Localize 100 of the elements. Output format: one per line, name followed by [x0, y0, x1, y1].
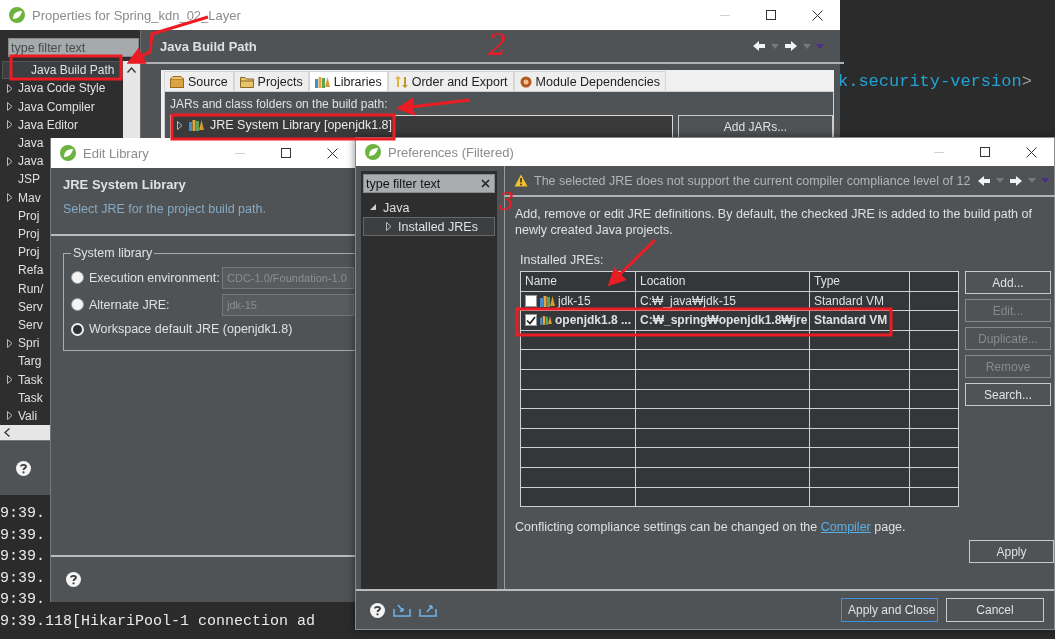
close-icon[interactable] — [326, 147, 338, 159]
nav-item[interactable]: Refa — [2, 261, 47, 280]
dialog-button[interactable]: Apply and Close — [841, 598, 938, 622]
option-label: Workspace default JRE (openjdk1.8) — [89, 322, 293, 336]
library-books-icon — [314, 75, 330, 88]
collapsed-arrow-icon[interactable] — [7, 375, 13, 385]
group-label: System library — [72, 246, 154, 260]
back-arrow-icon[interactable] — [752, 40, 766, 52]
spring-leaf-icon — [365, 144, 381, 160]
nav-item[interactable]: Java — [2, 152, 47, 171]
console-line: 9:39. — [0, 547, 45, 568]
console-line: 9:39. — [0, 568, 45, 589]
module-icon — [519, 75, 532, 88]
nav-item[interactable]: Java Build Path — [2, 61, 123, 80]
collapsed-arrow-icon[interactable] — [7, 83, 13, 93]
nav-item[interactable]: Serv — [2, 315, 46, 335]
maximize-icon[interactable] — [281, 148, 291, 158]
dialog-description: Select JRE for the project build path. — [63, 202, 267, 216]
expanded-arrow-icon[interactable] — [370, 204, 377, 211]
help-icon[interactable] — [370, 602, 385, 618]
jre-name: jdk-15 — [558, 293, 591, 308]
tree-item[interactable]: Installed JREs — [363, 217, 495, 236]
maximize-icon[interactable] — [980, 147, 990, 157]
tab[interactable]: Order and Export — [387, 71, 514, 91]
radio-button[interactable] — [71, 271, 84, 284]
library-books-icon — [540, 314, 552, 327]
clear-icon[interactable] — [481, 179, 490, 188]
jre-action-button[interactable]: Search... — [965, 383, 1051, 406]
table-cell: Standard VM — [809, 310, 910, 331]
check-icon — [526, 316, 536, 325]
forward-arrow-icon[interactable] — [1009, 174, 1023, 187]
dialog-button[interactable]: Cancel — [946, 598, 1044, 622]
close-icon[interactable] — [1025, 146, 1037, 158]
collapsed-arrow-icon[interactable] — [386, 222, 392, 231]
column-header: Name — [520, 271, 636, 292]
collapsed-arrow-icon[interactable] — [7, 338, 13, 348]
checkbox[interactable] — [525, 314, 537, 327]
jre-name: openjdk1.8 ... — [554, 313, 631, 328]
radio-button[interactable] — [71, 298, 84, 311]
collapsed-arrow-icon[interactable] — [7, 411, 13, 421]
compliance-note: Conflicting compliance settings can be changed on the Compiler page. — [515, 520, 907, 535]
spring-leaf-icon — [60, 145, 76, 161]
tab[interactable]: Module Dependencies — [513, 71, 666, 91]
collapsed-arrow-icon[interactable] — [7, 193, 13, 202]
back-arrow-icon[interactable] — [977, 174, 991, 187]
nav-item[interactable]: Proj — [2, 206, 43, 225]
package-icon — [170, 75, 184, 88]
help-icon[interactable] — [66, 572, 81, 587]
option-label: Alternate JRE: — [89, 297, 170, 312]
tab[interactable]: Libraries — [308, 71, 388, 91]
warning-message: The selected JRE does not support the current compiler compliance level of 12 — [534, 173, 971, 188]
nav-item[interactable]: Java Code Style — [2, 79, 109, 98]
nav-item[interactable]: Vali — [2, 406, 41, 426]
console-line: 9:39. — [0, 525, 45, 546]
nav-item[interactable]: Mav — [2, 188, 44, 207]
apply-button[interactable]: Apply — [969, 540, 1054, 564]
nav-item[interactable]: Task — [2, 388, 46, 407]
tab[interactable]: Projects — [233, 71, 309, 91]
collapsed-arrow-icon[interactable] — [7, 102, 13, 111]
nav-item[interactable]: Targ — [2, 352, 45, 371]
jre-action-button[interactable]: Add... — [965, 271, 1051, 294]
collapsed-arrow-icon[interactable] — [7, 120, 13, 130]
collapsed-arrow-icon[interactable] — [7, 156, 13, 166]
nav-item[interactable]: Java Editor — [2, 115, 82, 134]
nav-item[interactable]: Proj — [2, 243, 43, 262]
tree-item[interactable]: Java — [363, 198, 495, 217]
maximize-icon[interactable] — [766, 10, 776, 20]
column-header: Type — [809, 271, 910, 292]
tab[interactable]: Source — [164, 71, 234, 91]
up-down-arrows-icon — [393, 75, 408, 88]
tray-export-icon[interactable] — [419, 603, 437, 617]
tray-import-icon[interactable] — [393, 603, 411, 617]
nav-item[interactable]: Java Compiler — [2, 97, 98, 116]
nav-item[interactable]: JSP — [2, 170, 43, 189]
help-icon[interactable] — [16, 460, 31, 476]
window-title: Preferences (Filtered) — [388, 144, 514, 160]
checkbox[interactable] — [525, 294, 537, 307]
option-label: Execution environment: — [89, 270, 220, 285]
nav-item[interactable]: Serv — [2, 297, 46, 316]
section-label: JARs and class folders on the build path: — [170, 97, 388, 111]
console-line: 9:39. — [0, 590, 45, 611]
add-jars-button[interactable]: Add JARs... — [678, 115, 833, 139]
collapsed-arrow-icon[interactable] — [177, 120, 183, 130]
nav-item[interactable]: Task — [2, 370, 46, 389]
page-title: Java Build Path — [160, 38, 257, 54]
page-description: Add, remove or edit JRE definitions. By default, the checked JRE is added to the build path of newly created Java projects. — [515, 206, 1033, 238]
window-title: Edit Library — [83, 145, 149, 161]
library-books-icon — [189, 119, 204, 131]
close-icon[interactable] — [811, 9, 823, 21]
nav-item[interactable]: Proj — [2, 224, 43, 244]
console-line: 9:39.118[HikariPool-1 connection ad — [0, 611, 316, 632]
nav-item[interactable]: Spri — [2, 334, 43, 353]
warning-icon — [514, 174, 528, 187]
forward-arrow-icon[interactable] — [784, 40, 798, 52]
nav-item[interactable]: Java — [2, 133, 47, 152]
filter-field[interactable]: type filter text — [363, 174, 495, 193]
nav-item[interactable]: Run/ — [2, 279, 47, 298]
library-books-icon — [540, 294, 555, 307]
spring-leaf-icon — [9, 7, 25, 23]
handwritten-number: 3 — [499, 190, 515, 214]
